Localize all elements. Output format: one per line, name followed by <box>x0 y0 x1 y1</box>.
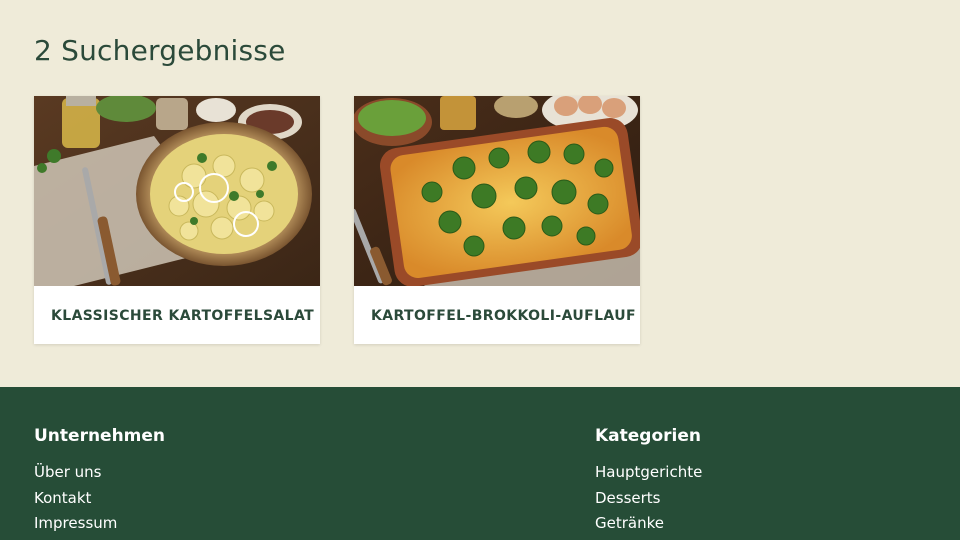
footer-link-item: Kontakt <box>34 486 165 512</box>
recipe-title-kartoffelsalat[interactable]: KLASSISCHER KARTOFFELSALAT <box>51 308 314 324</box>
recipe-card-kartoffelsalat[interactable]: KLASSISCHER KARTOFFELSALAT <box>34 96 320 344</box>
recipe-image-auflauf[interactable] <box>354 96 640 286</box>
footer-heading-kategorien: Kategorien <box>595 426 701 446</box>
footer-link-hauptgerichte[interactable]: Hauptgerichte <box>595 463 702 481</box>
footer-link-item: Desserts <box>595 486 702 512</box>
footer-link-impressum[interactable]: Impressum <box>34 514 117 532</box>
recipe-title-auflauf[interactable]: KARTOFFEL-BROKKOLI-AUFLAUF <box>371 308 636 324</box>
footer-heading-unternehmen: Unternehmen <box>34 426 166 446</box>
footer-link-item: Impressum <box>34 511 165 537</box>
footer-column-unternehmen: Unternehmen Über uns Kontakt Impressum <box>34 426 165 537</box>
recipe-image-kartoffelsalat[interactable] <box>34 96 320 286</box>
footer-link-ueber-uns[interactable]: Über uns <box>34 463 102 481</box>
footer-link-item: Über uns <box>34 460 165 486</box>
footer-link-kontakt[interactable]: Kontakt <box>34 489 91 507</box>
footer-column-kategorien: Kategorien Hauptgerichte Desserts Geträn… <box>595 426 702 537</box>
footer-links-unternehmen: Über uns Kontakt Impressum <box>34 460 165 537</box>
search-results-heading: 2 Suchergebnisse <box>34 34 286 67</box>
footer-link-getraenke[interactable]: Getränke <box>595 514 664 532</box>
site-footer: Unternehmen Über uns Kontakt Impressum K… <box>0 387 960 540</box>
footer-links-kategorien: Hauptgerichte Desserts Getränke <box>595 460 702 537</box>
footer-link-item: Hauptgerichte <box>595 460 702 486</box>
recipe-card-auflauf[interactable]: KARTOFFEL-BROKKOLI-AUFLAUF <box>354 96 640 344</box>
footer-link-item: Getränke <box>595 511 702 537</box>
footer-link-desserts[interactable]: Desserts <box>595 489 661 507</box>
